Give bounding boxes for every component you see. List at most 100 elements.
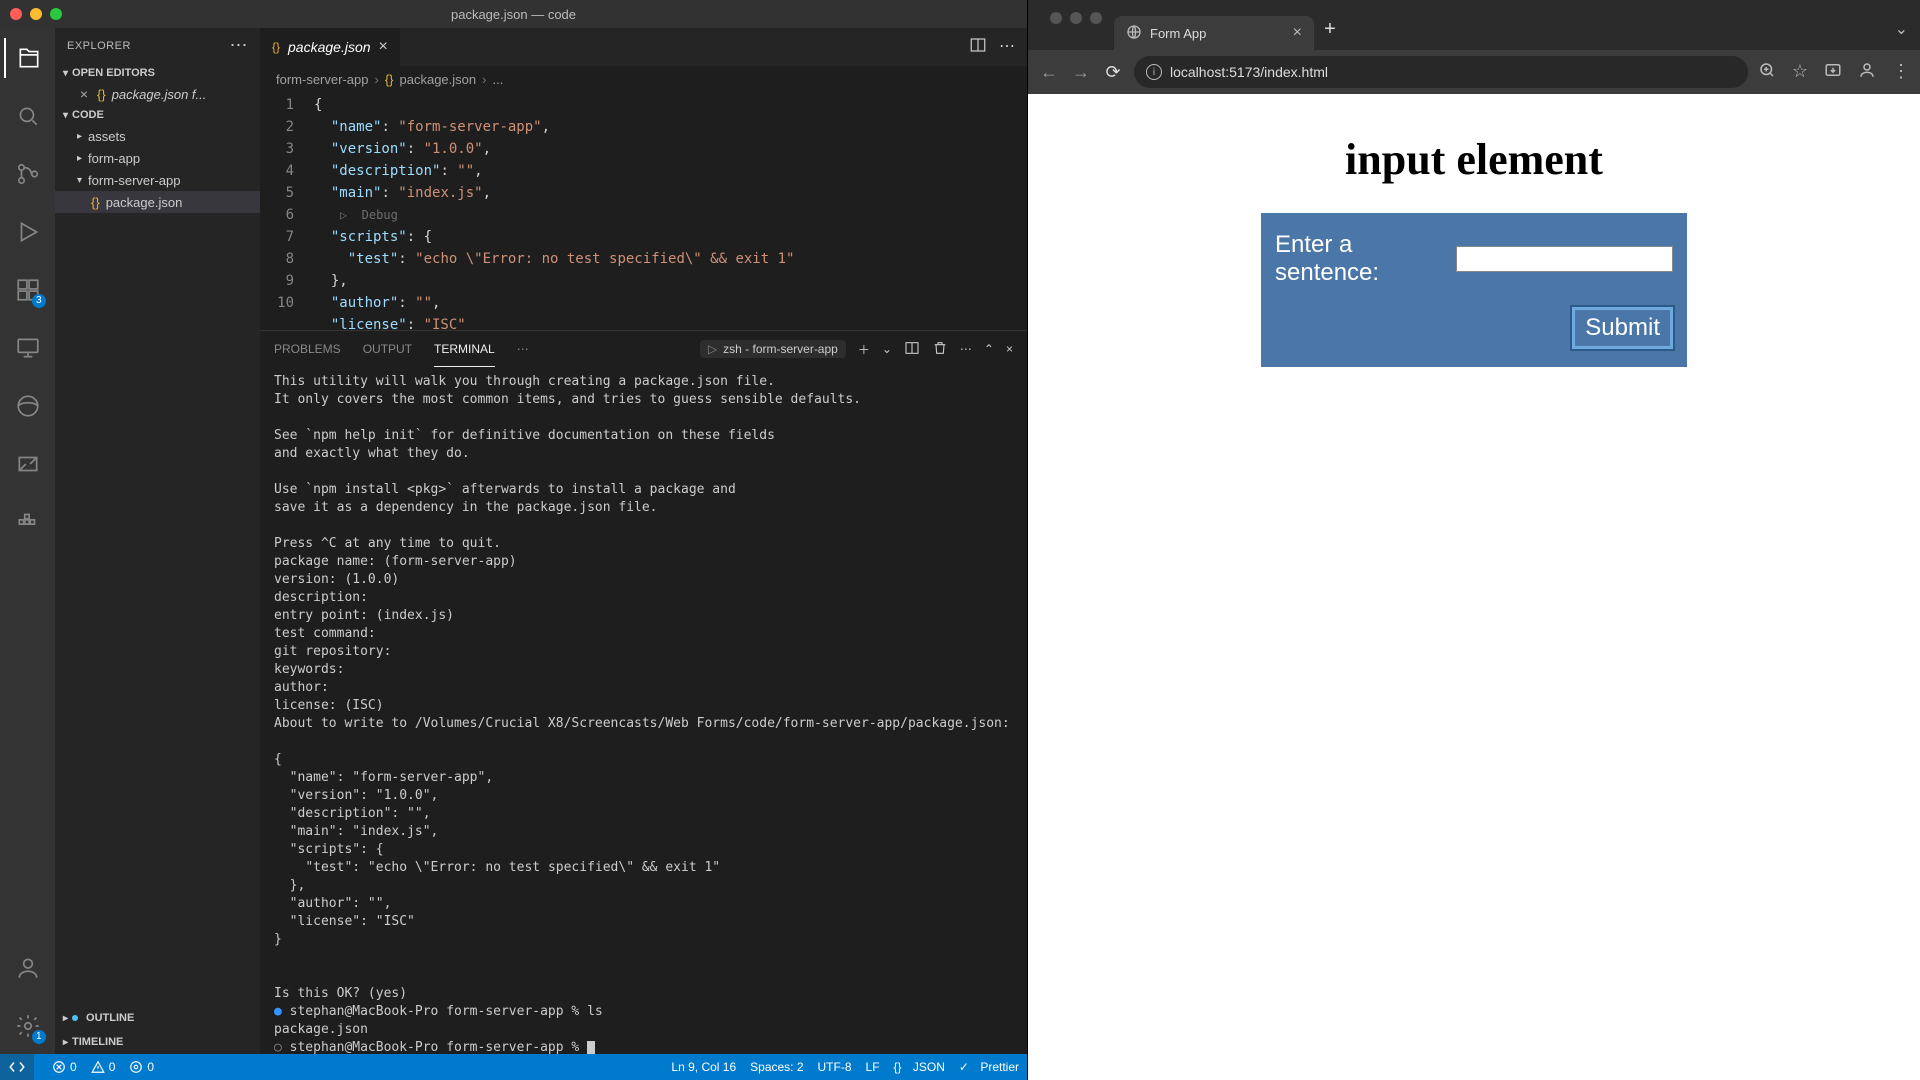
remote-indicator-icon[interactable] bbox=[0, 1054, 34, 1080]
open-editor-item-label: package.json f... bbox=[112, 87, 207, 102]
terminal-output-line: package.json bbox=[274, 1022, 368, 1037]
form-container: Enter a sentence: Submit bbox=[1261, 213, 1687, 367]
panel-more-icon[interactable]: ⋯ bbox=[960, 342, 972, 356]
line-number-gutter: 12345678910 bbox=[260, 94, 308, 330]
status-ports[interactable]: 0 bbox=[129, 1060, 154, 1074]
browser-tab-title: Form App bbox=[1150, 26, 1206, 41]
explorer-icon[interactable] bbox=[4, 38, 52, 78]
maximize-panel-icon[interactable]: ⌃ bbox=[984, 342, 994, 356]
explorer-title: EXPLORER bbox=[67, 40, 131, 52]
folder-label: form-app bbox=[88, 151, 140, 166]
zoom-icon[interactable] bbox=[1758, 61, 1776, 84]
kill-terminal-icon[interactable] bbox=[932, 340, 948, 359]
sentence-input[interactable] bbox=[1456, 246, 1673, 272]
extensions-icon[interactable]: 3 bbox=[4, 270, 52, 310]
submit-button[interactable]: Submit bbox=[1572, 307, 1673, 349]
explorer-more-icon[interactable]: ⋯ bbox=[230, 35, 249, 56]
open-editor-item[interactable]: × {} package.json f... bbox=[55, 83, 260, 105]
tab-close-icon[interactable]: × bbox=[379, 38, 388, 56]
browser-close-button[interactable] bbox=[1050, 12, 1062, 24]
browser-tab-strip: Form App × + ⌄ bbox=[1028, 0, 1920, 50]
tab-label: package.json bbox=[288, 39, 371, 55]
browser-minimize-button[interactable] bbox=[1070, 12, 1082, 24]
timeline-section[interactable]: ▸ TIMELINE bbox=[55, 1030, 260, 1054]
close-panel-icon[interactable]: × bbox=[1006, 342, 1013, 356]
chevron-down-icon: ▾ bbox=[63, 110, 68, 121]
site-info-icon[interactable]: i bbox=[1146, 64, 1162, 80]
panel-tab-terminal[interactable]: TERMINAL bbox=[434, 331, 495, 367]
install-app-icon[interactable] bbox=[1824, 61, 1842, 84]
status-spaces[interactable]: Spaces: 2 bbox=[750, 1060, 803, 1074]
folder-form-server-app[interactable]: ▾ form-server-app bbox=[55, 169, 260, 191]
tab-list-dropdown-icon[interactable]: ⌄ bbox=[1895, 19, 1920, 39]
extensions-badge: 3 bbox=[32, 294, 46, 308]
open-editors-section[interactable]: ▾ OPEN EDITORS bbox=[55, 63, 260, 83]
status-language[interactable]: {} JSON bbox=[894, 1060, 945, 1074]
run-debug-icon[interactable] bbox=[4, 212, 52, 252]
browser-window-controls bbox=[1038, 8, 1114, 24]
folder-form-app[interactable]: ▸ form-app bbox=[55, 147, 260, 169]
minimize-window-button[interactable] bbox=[30, 8, 42, 20]
outline-section[interactable]: ▸ OUTLINE bbox=[55, 1006, 260, 1030]
breadcrumb-file[interactable]: package.json bbox=[400, 72, 477, 87]
folder-assets[interactable]: ▸ assets bbox=[55, 125, 260, 147]
search-icon[interactable] bbox=[4, 96, 52, 136]
status-eol[interactable]: LF bbox=[866, 1060, 880, 1074]
panel-tab-output[interactable]: OUTPUT bbox=[363, 331, 412, 367]
breadcrumbs[interactable]: form-server-app › {} package.json › ... bbox=[260, 66, 1027, 92]
breadcrumb-ellipsis[interactable]: ... bbox=[492, 72, 503, 87]
status-encoding[interactable]: UTF-8 bbox=[818, 1060, 852, 1074]
close-window-button[interactable] bbox=[10, 8, 22, 20]
browser-maximize-button[interactable] bbox=[1090, 12, 1102, 24]
code-content[interactable]: { "name": "form-server-app", "version": … bbox=[308, 94, 1027, 330]
settings-gear-icon[interactable]: 1 bbox=[4, 1006, 52, 1046]
terminal-dropdown-icon[interactable]: ⌄ bbox=[882, 342, 892, 356]
status-errors[interactable]: 0 bbox=[52, 1060, 77, 1074]
code-editor[interactable]: 12345678910 { "name": "form-server-app",… bbox=[260, 92, 1027, 330]
status-prettier[interactable]: ✓ Prettier bbox=[959, 1060, 1019, 1074]
status-warnings[interactable]: 0 bbox=[91, 1060, 116, 1074]
account-icon[interactable] bbox=[4, 948, 52, 988]
docker-icon[interactable] bbox=[4, 502, 52, 542]
edge-icon[interactable] bbox=[4, 386, 52, 426]
file-package-json[interactable]: {} package.json bbox=[55, 191, 260, 213]
tab-close-icon[interactable]: × bbox=[1293, 24, 1302, 42]
maximize-window-button[interactable] bbox=[50, 8, 62, 20]
panel-tab-problems[interactable]: PROBLEMS bbox=[274, 331, 341, 367]
editor-tab-package-json[interactable]: {} package.json × bbox=[260, 28, 401, 66]
chevron-right-icon: › bbox=[482, 72, 486, 87]
new-tab-button[interactable]: + bbox=[1314, 18, 1346, 41]
json-file-icon: {} bbox=[97, 87, 106, 102]
terminal-body[interactable]: This utility will walk you through creat… bbox=[260, 367, 1027, 1054]
workspace-section[interactable]: ▾ CODE bbox=[55, 105, 260, 125]
terminal-chip[interactable]: ▷ zsh - form-server-app bbox=[700, 340, 846, 358]
remote-explorer-icon[interactable] bbox=[4, 328, 52, 368]
language-label: JSON bbox=[913, 1060, 945, 1074]
editor-more-icon[interactable]: ⋯ bbox=[999, 36, 1015, 59]
prettier-label: Prettier bbox=[980, 1060, 1019, 1074]
new-terminal-icon[interactable]: ＋ bbox=[858, 341, 870, 358]
bookmark-star-icon[interactable]: ☆ bbox=[1792, 61, 1808, 84]
forward-button-icon[interactable]: → bbox=[1070, 62, 1092, 83]
prompt-status-icon: ● bbox=[274, 1004, 290, 1019]
browser-tab[interactable]: Form App × bbox=[1114, 16, 1314, 50]
source-control-icon[interactable] bbox=[4, 154, 52, 194]
split-terminal-icon[interactable] bbox=[904, 340, 920, 359]
breadcrumb-folder[interactable]: form-server-app bbox=[276, 72, 368, 87]
back-button-icon[interactable]: ← bbox=[1038, 62, 1060, 83]
timeline-label: TIMELINE bbox=[72, 1036, 123, 1048]
panel: PROBLEMS OUTPUT TERMINAL ⋯ ▷ zsh - form-… bbox=[260, 330, 1027, 1054]
chevron-right-icon: ▸ bbox=[63, 1037, 68, 1048]
language-icon: {} bbox=[894, 1060, 902, 1074]
browser-menu-icon[interactable]: ⋮ bbox=[1892, 61, 1910, 84]
panel-tab-more-icon[interactable]: ⋯ bbox=[517, 342, 529, 356]
address-bar[interactable]: i localhost:5173/index.html bbox=[1134, 56, 1748, 88]
profile-icon[interactable] bbox=[1858, 61, 1876, 84]
live-share-icon[interactable] bbox=[4, 444, 52, 484]
status-lncol[interactable]: Ln 9, Col 16 bbox=[671, 1060, 736, 1074]
close-editor-icon[interactable]: × bbox=[77, 86, 91, 102]
split-editor-icon[interactable] bbox=[969, 36, 987, 59]
reload-button-icon[interactable]: ⟳ bbox=[1102, 62, 1124, 83]
file-label: package.json bbox=[106, 195, 183, 210]
terminal-prompt: stephan@MacBook-Pro form-server-app % bbox=[290, 1004, 587, 1019]
